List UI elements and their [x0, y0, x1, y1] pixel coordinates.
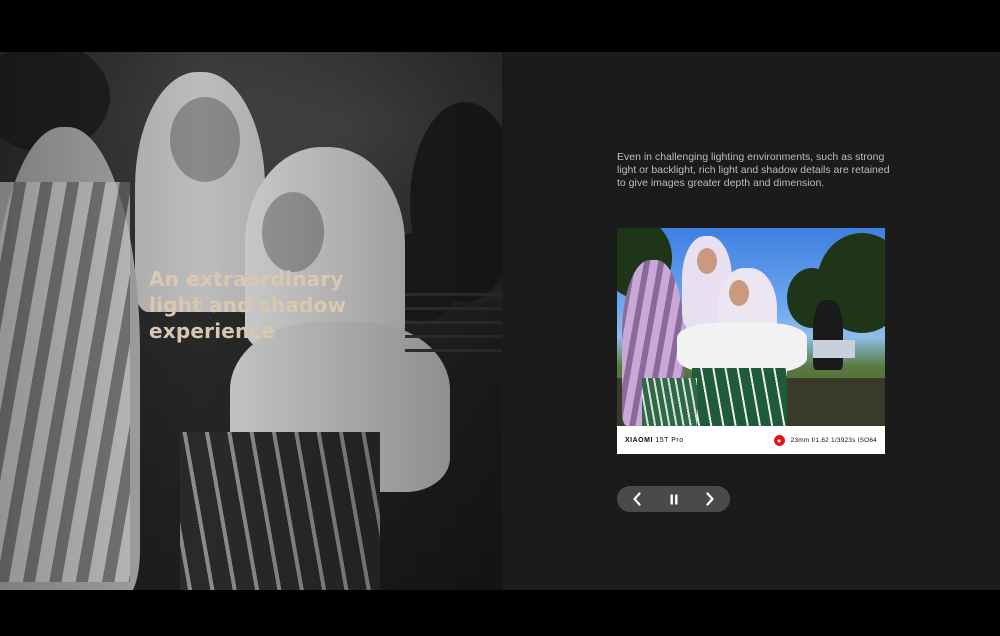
sample-photo-face	[697, 248, 717, 274]
sample-photo-skirt	[692, 368, 787, 426]
camera-brand: XIAOMI 15T Pro	[625, 437, 684, 444]
sample-photo-face	[729, 280, 749, 306]
exif-shutter: 1/3923s	[831, 436, 856, 444]
pause-icon	[670, 494, 677, 504]
hero-headline-line: light and shadow	[149, 293, 347, 317]
leica-red-dot-icon: ●	[773, 434, 785, 446]
next-button[interactable]	[700, 489, 720, 509]
pause-button[interactable]	[664, 489, 684, 509]
exif-info: 23mm f/1.62 1/3923s ISO64	[791, 437, 877, 444]
hero-headline-line: experience	[149, 319, 276, 343]
camera-model: 15T Pro	[655, 436, 684, 444]
sample-photo-bystander	[813, 300, 843, 370]
sample-photo-skirt	[642, 378, 697, 426]
hero-photo: An extraordinary light and shadow experi…	[0, 52, 502, 590]
camera-brand-name: XIAOMI	[625, 436, 653, 444]
prev-button[interactable]	[627, 489, 647, 509]
carousel-controls	[617, 486, 730, 512]
info-panel: Even in challenging lighting environment…	[502, 52, 1000, 590]
chevron-left-icon	[633, 492, 641, 506]
feature-description: Even in challenging lighting environment…	[617, 151, 890, 189]
sample-photo-card: XIAOMI 15T Pro ● 23mm f/1.62 1/3923s ISO…	[617, 228, 885, 454]
exif-aperture: f/1.62	[811, 436, 829, 444]
photo-caption-bar: XIAOMI 15T Pro ● 23mm f/1.62 1/3923s ISO…	[617, 426, 885, 454]
exif-focal-length: 23mm	[790, 436, 810, 444]
chevron-right-icon	[706, 492, 714, 506]
sample-photo-bystander-legs	[813, 340, 855, 358]
hero-headline-line: An extraordinary	[149, 267, 344, 291]
sample-photo	[617, 228, 885, 426]
exif-iso: ISO64	[857, 436, 877, 444]
content-frame: An extraordinary light and shadow experi…	[0, 52, 1000, 590]
hero-headline: An extraordinary light and shadow experi…	[149, 266, 349, 344]
sample-photo-blouse	[677, 323, 807, 373]
